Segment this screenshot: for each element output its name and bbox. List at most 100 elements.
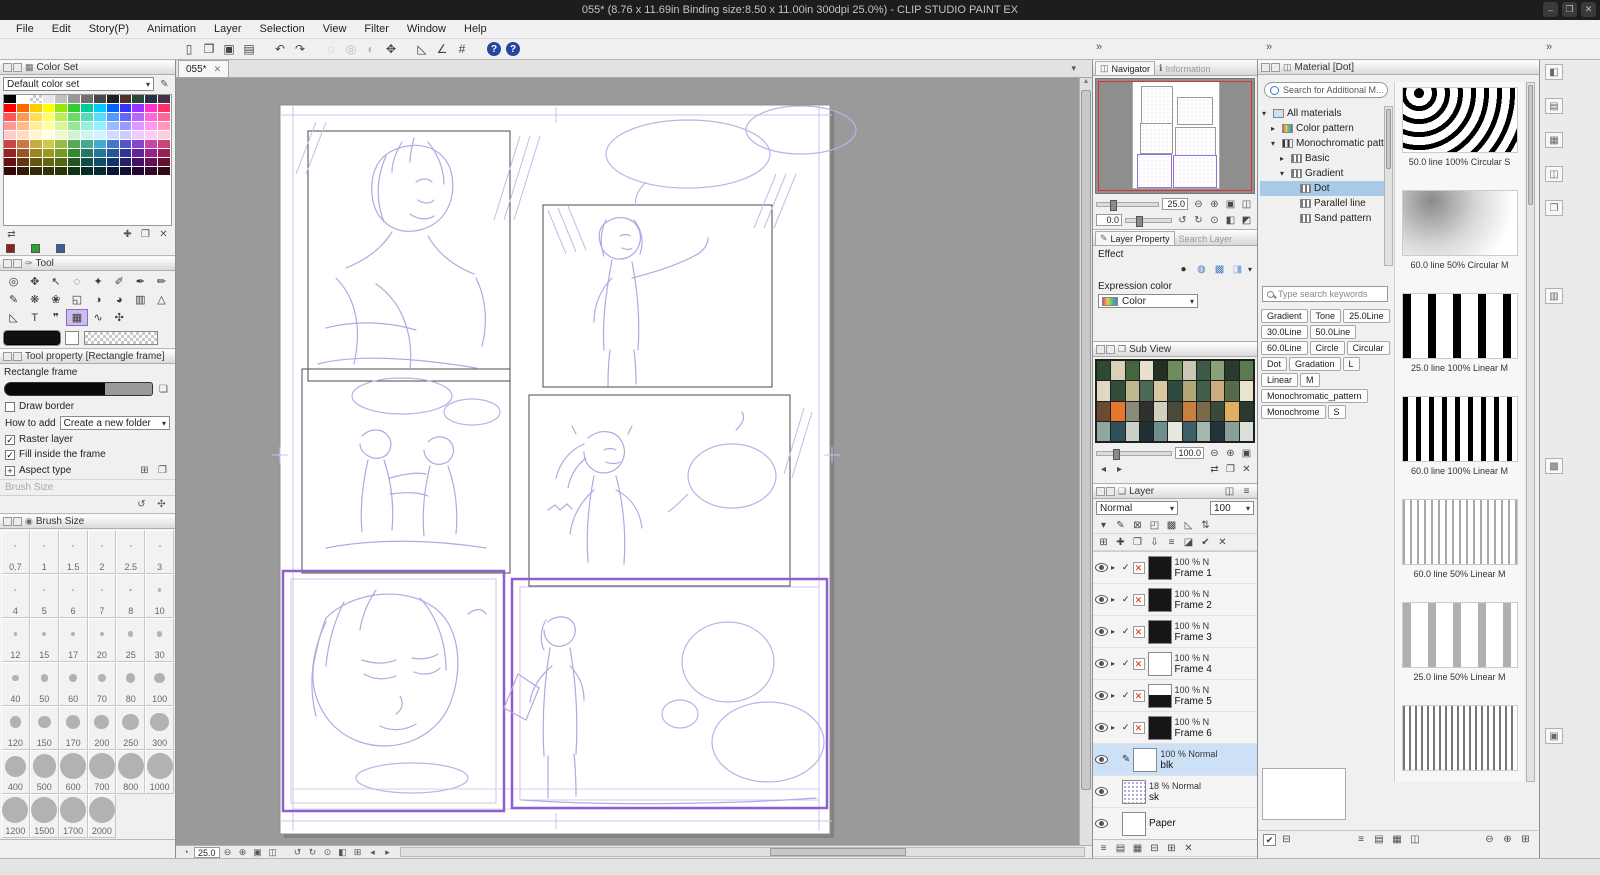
material-item[interactable]: 50.0 line 100% Circular S bbox=[1395, 82, 1524, 185]
flip-horizontal-icon[interactable]: ◧ bbox=[1223, 213, 1238, 227]
gradient-tool[interactable]: ▥ bbox=[130, 291, 151, 308]
navigator-thumbnail[interactable] bbox=[1095, 78, 1255, 194]
color-swatch[interactable] bbox=[132, 167, 146, 176]
color-swatch[interactable] bbox=[132, 113, 146, 122]
color-swatch[interactable] bbox=[42, 95, 56, 104]
color-swatch[interactable] bbox=[106, 122, 120, 131]
menu-selection[interactable]: Selection bbox=[252, 21, 313, 37]
stroke-preview-icon[interactable]: ❏ bbox=[156, 383, 171, 396]
fill-tool[interactable]: ◕ bbox=[109, 291, 130, 308]
collapsed-panel-tab[interactable]: ▩ bbox=[1545, 458, 1563, 474]
zoom-in-icon[interactable]: ⊕ bbox=[1207, 197, 1222, 211]
close-button[interactable]: ✕ bbox=[1581, 2, 1596, 17]
color-swatch[interactable] bbox=[106, 149, 120, 158]
selection-tool[interactable]: ◌ bbox=[66, 273, 87, 290]
zoom-100-icon[interactable]: ◫ bbox=[266, 847, 280, 858]
color-swatch[interactable] bbox=[93, 149, 107, 158]
next-image-icon[interactable]: ▸ bbox=[1112, 462, 1127, 476]
brush-size-50[interactable]: 50 bbox=[29, 662, 59, 706]
color-swatch[interactable] bbox=[42, 167, 56, 176]
brush-size-2000[interactable]: 2000 bbox=[87, 794, 117, 838]
eraser-tool[interactable]: ◱ bbox=[66, 291, 87, 308]
transform-icon[interactable]: ✥ bbox=[382, 41, 400, 58]
collapsed-panel-tab[interactable]: ▤ bbox=[1545, 98, 1563, 114]
color-swatch[interactable] bbox=[145, 140, 159, 149]
help-icon[interactable]: ? bbox=[487, 42, 501, 56]
frame-check-icon[interactable]: ✓ bbox=[1122, 626, 1130, 637]
sub-view-zoom-value[interactable]: 100.0 bbox=[1175, 447, 1204, 459]
color-swatch[interactable] bbox=[145, 122, 159, 131]
material-tag-25-0line[interactable]: 25.0Line bbox=[1343, 309, 1390, 323]
material-tag-gradient[interactable]: Gradient bbox=[1261, 309, 1308, 323]
paste-material-icon[interactable]: ⊞ bbox=[1518, 833, 1533, 847]
color-swatch[interactable] bbox=[68, 113, 82, 122]
collapsed-panel-tab[interactable]: ▥ bbox=[1545, 288, 1563, 304]
color-swatch[interactable] bbox=[145, 113, 159, 122]
effect-halftone-icon[interactable]: ▩ bbox=[1212, 262, 1227, 276]
brush-size-4[interactable]: 4 bbox=[1, 574, 30, 618]
color-swatch[interactable] bbox=[29, 149, 43, 158]
color-swatch[interactable] bbox=[55, 158, 69, 167]
color-swatch[interactable] bbox=[106, 167, 120, 176]
layer-mask-thumbnail[interactable]: ✕ bbox=[1132, 593, 1145, 606]
color-swatch[interactable] bbox=[68, 167, 82, 176]
transfer-down-icon[interactable]: ⇩ bbox=[1147, 535, 1162, 549]
show-all-check-icon[interactable]: ✔ bbox=[1263, 833, 1276, 846]
color-swatch[interactable] bbox=[81, 158, 94, 167]
color-swatch[interactable] bbox=[132, 149, 146, 158]
material-tree-basic[interactable]: ▸ Basic bbox=[1260, 151, 1384, 166]
material-preview[interactable] bbox=[1401, 293, 1518, 359]
color-swatch[interactable] bbox=[106, 131, 120, 140]
brush-tool[interactable]: ✎ bbox=[3, 291, 24, 308]
color-swatch[interactable] bbox=[158, 149, 171, 158]
zoom-out-icon[interactable]: ⊖ bbox=[1207, 446, 1222, 460]
brush-size-25[interactable]: 25 bbox=[116, 618, 146, 662]
zoom-out-icon[interactable]: ⊖ bbox=[221, 847, 235, 858]
transparent-color-chip[interactable] bbox=[84, 331, 158, 345]
maximize-button[interactable]: ❐ bbox=[1562, 2, 1577, 17]
color-swatch[interactable] bbox=[16, 122, 30, 131]
figure-tool[interactable]: △ bbox=[151, 291, 172, 308]
layer-thumbnail[interactable] bbox=[1133, 747, 1158, 772]
menu-filter[interactable]: Filter bbox=[356, 21, 396, 37]
brush-size-20[interactable]: 20 bbox=[87, 618, 117, 662]
color-swatch[interactable] bbox=[4, 95, 17, 104]
color-swatch[interactable] bbox=[42, 149, 56, 158]
brush-size-150[interactable]: 150 bbox=[29, 706, 59, 750]
material-tag-circle[interactable]: Circle bbox=[1309, 341, 1345, 355]
brush-size-800[interactable]: 800 bbox=[116, 750, 146, 794]
brush-size-8[interactable]: 8 bbox=[116, 574, 146, 618]
register-icon[interactable]: ❐ bbox=[155, 464, 170, 477]
frame-check-icon[interactable]: ✓ bbox=[1122, 722, 1130, 733]
color-swatch[interactable] bbox=[29, 131, 43, 140]
brush-size-1000[interactable]: 1000 bbox=[145, 750, 174, 794]
draft-layer-icon[interactable]: ✎ bbox=[1113, 518, 1128, 532]
zoom-in-icon[interactable]: ⊕ bbox=[1223, 446, 1238, 460]
color-swatch[interactable] bbox=[55, 122, 69, 131]
color-swatch[interactable] bbox=[119, 131, 133, 140]
rotate-left-icon[interactable]: ↺ bbox=[291, 847, 305, 858]
color-swatch[interactable] bbox=[158, 104, 171, 113]
layer-row-paper[interactable]: Paper bbox=[1093, 808, 1257, 839]
close-tab-icon[interactable]: ✕ bbox=[214, 64, 222, 75]
balloon-tool[interactable]: ❞ bbox=[45, 309, 66, 326]
brush-size-80[interactable]: 80 bbox=[116, 662, 146, 706]
sub-view-image[interactable] bbox=[1095, 359, 1255, 443]
color-swatch[interactable] bbox=[42, 104, 56, 113]
thumbnail-size-icon[interactable]: ▤ bbox=[1113, 841, 1128, 855]
material-search-box[interactable]: Search for Additional M... bbox=[1264, 82, 1388, 98]
clip-studio-help-icon[interactable]: ? bbox=[506, 42, 520, 56]
tab-list-icon[interactable]: ▾ bbox=[1071, 63, 1076, 74]
brush-size-1200[interactable]: 1200 bbox=[1, 794, 30, 838]
pencil-tool[interactable]: ✏ bbox=[151, 273, 172, 290]
frame-check-icon[interactable]: ✓ bbox=[1122, 690, 1130, 701]
layer-menu-icon[interactable]: ≡ bbox=[1096, 841, 1111, 855]
document-tab[interactable]: 055* ✕ bbox=[178, 60, 230, 77]
color-swatch[interactable] bbox=[42, 140, 56, 149]
blend-mode-select[interactable]: Normal ▾ bbox=[1096, 501, 1178, 515]
zoom-in-icon[interactable]: ⊕ bbox=[1500, 833, 1515, 847]
add-swatch-icon[interactable]: ✚ bbox=[120, 228, 135, 241]
color-swatch[interactable] bbox=[68, 122, 82, 131]
material-tag-circular[interactable]: Circular bbox=[1346, 341, 1390, 355]
material-tag-tone[interactable]: Tone bbox=[1309, 309, 1342, 323]
